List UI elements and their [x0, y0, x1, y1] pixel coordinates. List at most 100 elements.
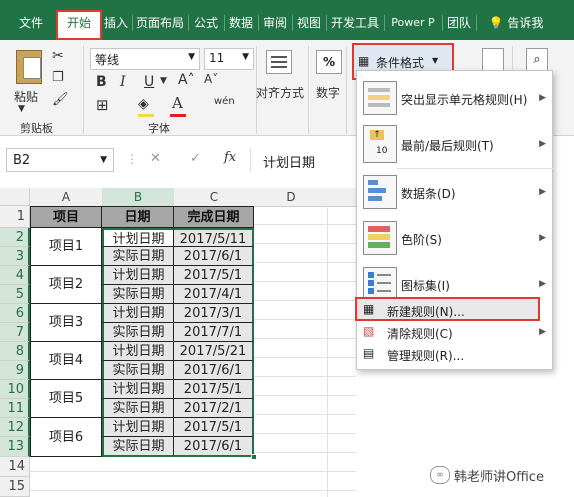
tell-me-box[interactable]: 💡 告诉我 [480, 12, 552, 34]
menu-item-highlight-rules[interactable]: 突出显示单元格规则(H) ▶ [357, 75, 554, 121]
row-header[interactable]: 12 [0, 418, 30, 437]
paste-label[interactable]: 粘贴 [14, 88, 38, 105]
date-cell[interactable]: 2017/5/21 [174, 342, 254, 361]
date-cell[interactable]: 2017/3/1 [174, 304, 254, 323]
type-cell[interactable]: 计划日期 [102, 342, 174, 361]
tab-page-layout[interactable]: 页面布局 [134, 12, 186, 34]
project-cell[interactable]: 项目1 [30, 228, 102, 266]
confirm-icon[interactable]: ✓ [190, 151, 201, 166]
project-cell[interactable]: 项目6 [30, 418, 102, 457]
font-color-icon[interactable]: A [172, 94, 183, 112]
project-cell[interactable]: 项目5 [30, 380, 102, 418]
date-cell[interactable]: 2017/6/1 [174, 247, 254, 266]
fill-handle[interactable] [251, 454, 257, 460]
type-cell[interactable]: 计划日期 [102, 418, 174, 437]
row-header[interactable]: 14 [0, 457, 30, 477]
underline-button[interactable]: U [144, 74, 154, 90]
menu-item-manage-rules[interactable]: ▤ 管理规则(R)... [357, 343, 554, 365]
find-icon[interactable]: ⌕ [526, 48, 548, 72]
date-cell[interactable]: 2017/6/1 [174, 437, 254, 457]
date-cell[interactable]: 2017/5/1 [174, 380, 254, 399]
tab-power-pivot[interactable]: Power P [386, 12, 440, 34]
table-header-cell[interactable]: 项目 [30, 206, 102, 228]
column-header[interactable]: D [254, 188, 329, 207]
cells-icon[interactable] [482, 48, 504, 72]
type-cell[interactable]: 计划日期 [102, 380, 174, 399]
tab-home[interactable]: 开始 [56, 10, 102, 40]
type-cell[interactable]: 实际日期 [102, 285, 174, 304]
format-painter-icon[interactable]: 🖌 [52, 92, 69, 107]
phonetic-icon[interactable]: wén [214, 96, 235, 107]
row-header[interactable]: 1 [0, 206, 30, 228]
menu-item-data-bars[interactable]: 数据条(D) ▶ [357, 169, 554, 215]
type-cell[interactable]: 实际日期 [102, 361, 174, 380]
type-cell[interactable]: 实际日期 [102, 247, 174, 266]
tab-insert[interactable]: 插入 [102, 12, 130, 34]
column-header[interactable]: C [174, 188, 255, 207]
align-icon[interactable] [266, 50, 292, 74]
font-size-select[interactable]: 11 ▼ [204, 48, 254, 70]
row-header[interactable]: 4 [0, 266, 30, 285]
menu-item-color-scales[interactable]: 色阶(S) ▶ [357, 215, 554, 261]
row-header[interactable]: 7 [0, 323, 30, 342]
row-header[interactable]: 9 [0, 361, 30, 380]
menu-item-clear-rules[interactable]: ▧ 清除规则(C) ▶ [357, 321, 554, 343]
bold-button[interactable]: B [96, 74, 107, 90]
column-header[interactable]: B [102, 188, 175, 208]
tab-team[interactable]: 团队 [444, 12, 474, 34]
date-cell[interactable]: 2017/2/1 [174, 399, 254, 418]
row-header[interactable]: 6 [0, 304, 30, 323]
active-cell[interactable]: 计划日期 [102, 228, 174, 247]
column-header[interactable]: A [30, 188, 103, 207]
column-header[interactable] [328, 188, 357, 207]
number-label[interactable]: 数字 [316, 84, 340, 101]
percent-icon[interactable]: % [316, 50, 342, 74]
type-cell[interactable]: 实际日期 [102, 399, 174, 418]
row-header[interactable]: 15 [0, 477, 30, 497]
row-header[interactable]: 11 [0, 399, 30, 418]
fill-color-icon[interactable]: ◈ [138, 96, 149, 112]
row-header[interactable]: 2 [0, 228, 30, 247]
border-icon[interactable]: ⊞ [96, 96, 109, 114]
tab-developer[interactable]: 开发工具 [328, 12, 382, 34]
row-header[interactable]: 5 [0, 285, 30, 304]
type-cell[interactable]: 计划日期 [102, 266, 174, 285]
alignment-label[interactable]: 对齐方式 [256, 84, 304, 101]
increase-font-icon[interactable]: A˄ [178, 72, 195, 88]
fx-icon[interactable]: fx [224, 150, 236, 165]
tab-formulas[interactable]: 公式 [190, 12, 222, 34]
menu-item-new-rule[interactable]: ▦ 新建规则(N)... [355, 297, 540, 321]
row-header[interactable]: 8 [0, 342, 30, 361]
date-cell[interactable]: 2017/4/1 [174, 285, 254, 304]
table-header-cell[interactable]: 完成日期 [174, 206, 254, 228]
type-cell[interactable]: 计划日期 [102, 304, 174, 323]
cancel-icon[interactable]: ✕ [150, 151, 161, 166]
table-header-cell[interactable]: 日期 [102, 206, 174, 228]
cut-icon[interactable]: ✂ [52, 48, 64, 64]
date-cell[interactable]: 2017/7/1 [174, 323, 254, 342]
date-cell[interactable]: 2017/5/1 [174, 418, 254, 437]
type-cell[interactable]: 实际日期 [102, 437, 174, 457]
select-all-corner[interactable] [0, 188, 30, 206]
tab-data[interactable]: 数据 [226, 12, 256, 34]
row-header[interactable]: 10 [0, 380, 30, 399]
tab-file[interactable]: 文件 [14, 12, 48, 34]
formula-input[interactable]: 计划日期 [250, 148, 354, 172]
row-header[interactable]: 3 [0, 247, 30, 266]
date-cell[interactable]: 2017/5/11 [174, 228, 254, 247]
tab-review[interactable]: 审阅 [260, 12, 290, 34]
font-name-select[interactable]: 等线 ▼ [90, 48, 200, 70]
paste-icon[interactable] [16, 50, 42, 84]
project-cell[interactable]: 项目2 [30, 266, 102, 304]
tab-view[interactable]: 视图 [294, 12, 324, 34]
date-cell[interactable]: 2017/6/1 [174, 361, 254, 380]
copy-icon[interactable]: ❐ [52, 70, 64, 85]
project-cell[interactable]: 项目3 [30, 304, 102, 342]
type-cell[interactable]: 实际日期 [102, 323, 174, 342]
chevron-down-icon[interactable]: ▼ [160, 76, 167, 86]
menu-item-top-bottom-rules[interactable]: ↑ 10 最前/最后规则(T) ▶ [357, 121, 554, 167]
row-header[interactable]: 13 [0, 437, 30, 457]
decrease-font-icon[interactable]: A˅ [204, 72, 218, 86]
date-cell[interactable]: 2017/5/1 [174, 266, 254, 285]
project-cell[interactable]: 项目4 [30, 342, 102, 380]
